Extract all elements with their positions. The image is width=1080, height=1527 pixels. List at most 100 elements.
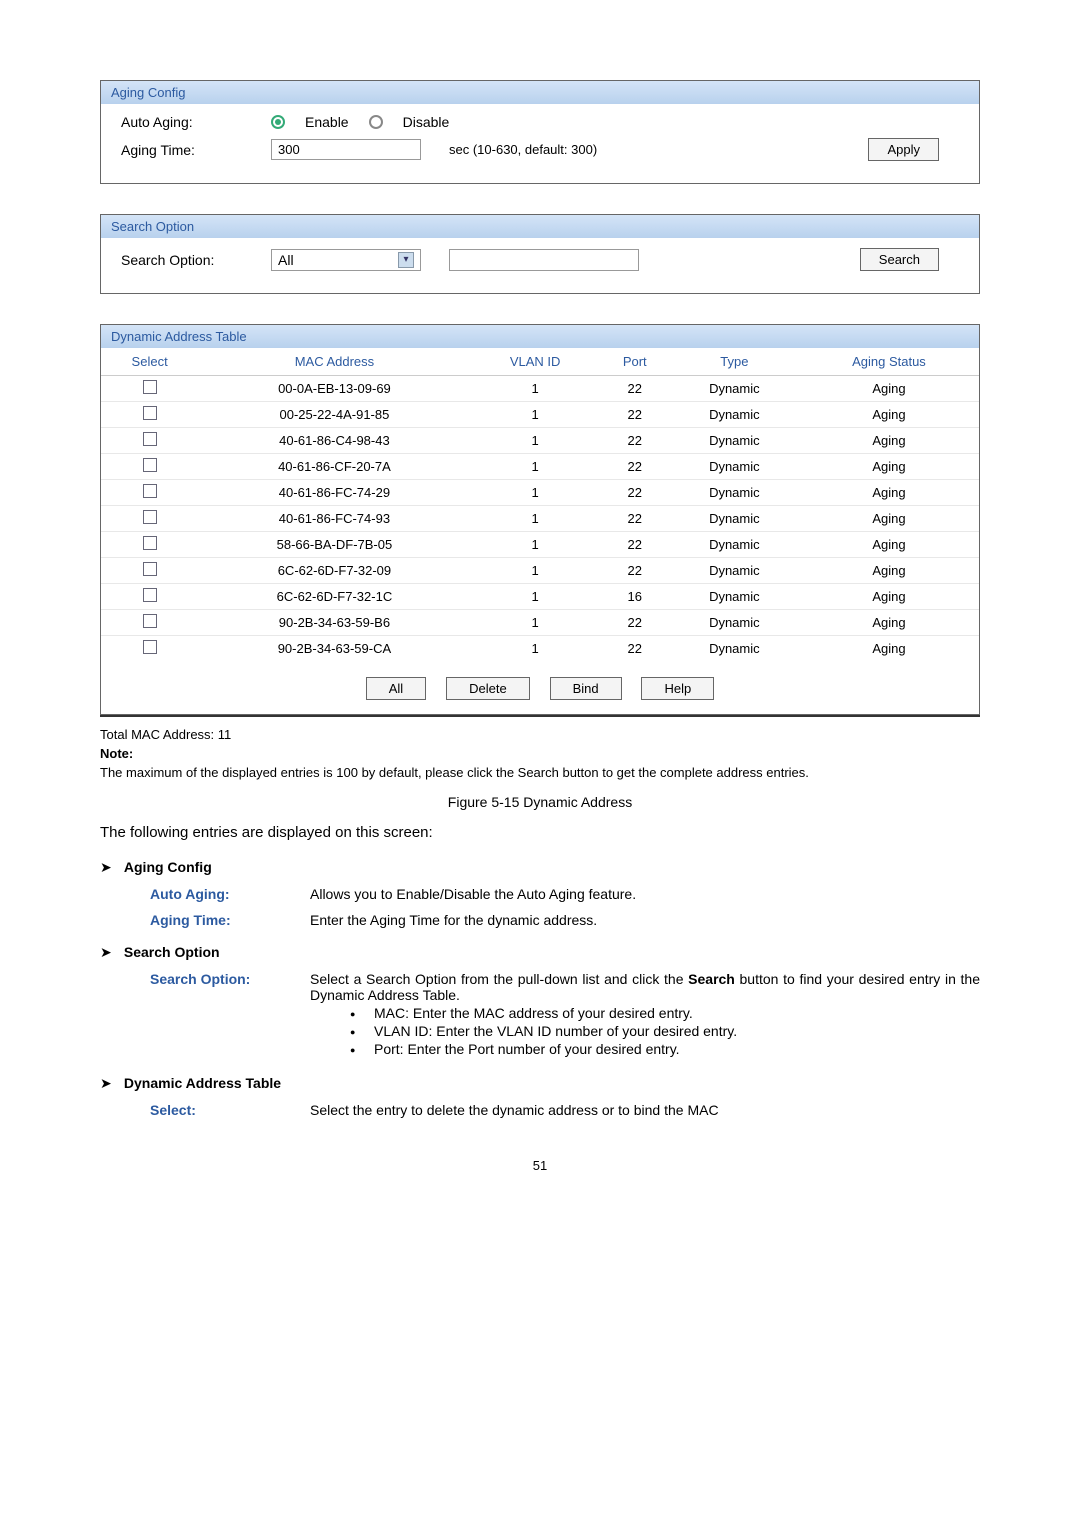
- search-option-selected: All: [278, 252, 294, 268]
- cell-status: Aging: [799, 636, 979, 662]
- search-filter-input[interactable]: [449, 249, 639, 271]
- cell-type: Dynamic: [670, 558, 799, 584]
- cell-type: Dynamic: [670, 454, 799, 480]
- cell-status: Aging: [799, 454, 979, 480]
- table-row: 40-61-86-FC-74-29122DynamicAging: [101, 480, 979, 506]
- cell-port: 22: [600, 636, 670, 662]
- apply-button[interactable]: Apply: [868, 138, 939, 161]
- all-button[interactable]: All: [366, 677, 426, 700]
- cell-vlan: 1: [471, 376, 600, 402]
- auto-aging-enable-radio[interactable]: [271, 115, 285, 129]
- cell-status: Aging: [799, 402, 979, 428]
- cell-mac: 90-2B-34-63-59-CA: [198, 636, 470, 662]
- cell-port: 22: [600, 428, 670, 454]
- item-auto-aging-desc: Allows you to Enable/Disable the Auto Ag…: [310, 886, 980, 902]
- cell-status: Aging: [799, 532, 979, 558]
- row-checkbox[interactable]: [143, 458, 157, 472]
- row-checkbox[interactable]: [143, 510, 157, 524]
- cell-status: Aging: [799, 506, 979, 532]
- cell-status: Aging: [799, 584, 979, 610]
- disable-label: Disable: [403, 114, 450, 130]
- section-aging-config: ➤ Aging Config Auto Aging: Allows you to…: [100, 859, 980, 928]
- aging-config-title: Aging Config: [101, 81, 979, 104]
- cell-mac: 6C-62-6D-F7-32-09: [198, 558, 470, 584]
- cell-port: 22: [600, 402, 670, 428]
- cell-port: 22: [600, 454, 670, 480]
- search-option-panel: Search Option Search Option: All ▾ Searc…: [100, 214, 980, 294]
- table-row: 58-66-BA-DF-7B-05122DynamicAging: [101, 532, 979, 558]
- cell-status: Aging: [799, 558, 979, 584]
- cell-vlan: 1: [471, 532, 600, 558]
- section-search-option: ➤ Search Option Search Option: Select a …: [100, 944, 980, 1059]
- cell-type: Dynamic: [670, 428, 799, 454]
- help-button[interactable]: Help: [641, 677, 714, 700]
- row-checkbox[interactable]: [143, 484, 157, 498]
- th-port: Port: [600, 348, 670, 376]
- cell-mac: 00-25-22-4A-91-85: [198, 402, 470, 428]
- dynamic-table-title: Dynamic Address Table: [101, 325, 979, 348]
- figure-caption: Figure 5-15 Dynamic Address: [100, 794, 980, 810]
- cell-type: Dynamic: [670, 480, 799, 506]
- table-row: 90-2B-34-63-59-B6122DynamicAging: [101, 610, 979, 636]
- description-intro: The following entries are displayed on t…: [100, 824, 980, 841]
- cell-mac: 58-66-BA-DF-7B-05: [198, 532, 470, 558]
- th-status: Aging Status: [799, 348, 979, 376]
- item-auto-aging-label: Auto Aging:: [150, 886, 310, 902]
- item-search-desc: Select a Search Option from the pull-dow…: [310, 971, 980, 1059]
- cell-port: 22: [600, 480, 670, 506]
- cell-vlan: 1: [471, 610, 600, 636]
- arrow-icon: ➤: [100, 944, 120, 961]
- row-checkbox[interactable]: [143, 406, 157, 420]
- bind-button[interactable]: Bind: [550, 677, 622, 700]
- row-checkbox[interactable]: [143, 432, 157, 446]
- cell-mac: 6C-62-6D-F7-32-1C: [198, 584, 470, 610]
- aging-time-hint: sec (10-630, default: 300): [449, 142, 597, 157]
- cell-type: Dynamic: [670, 532, 799, 558]
- auto-aging-disable-radio[interactable]: [369, 115, 383, 129]
- dynamic-address-table-panel: Dynamic Address Table Select MAC Address…: [100, 324, 980, 715]
- item-select-label: Select:: [150, 1102, 310, 1118]
- table-row: 6C-62-6D-F7-32-09122DynamicAging: [101, 558, 979, 584]
- section-title-search: Search Option: [124, 944, 220, 960]
- cell-vlan: 1: [471, 480, 600, 506]
- cell-port: 16: [600, 584, 670, 610]
- bullet-mac: MAC: Enter the MAC address of your desir…: [350, 1005, 980, 1021]
- item-aging-time-label: Aging Time:: [150, 912, 310, 928]
- row-checkbox[interactable]: [143, 614, 157, 628]
- bullet-vlan: VLAN ID: Enter the VLAN ID number of you…: [350, 1023, 980, 1039]
- item-aging-time-desc: Enter the Aging Time for the dynamic add…: [310, 912, 980, 928]
- row-checkbox[interactable]: [143, 536, 157, 550]
- cell-mac: 90-2B-34-63-59-B6: [198, 610, 470, 636]
- section-dynamic-table: ➤ Dynamic Address Table Select: Select t…: [100, 1075, 980, 1118]
- section-title-aging: Aging Config: [124, 859, 212, 875]
- table-row: 40-61-86-C4-98-43122DynamicAging: [101, 428, 979, 454]
- dynamic-address-table: Select MAC Address VLAN ID Port Type Agi…: [101, 348, 979, 661]
- cell-vlan: 1: [471, 584, 600, 610]
- item-search-label: Search Option:: [150, 971, 310, 1059]
- cell-port: 22: [600, 376, 670, 402]
- total-mac-count: Total MAC Address: 11: [100, 727, 980, 742]
- delete-button[interactable]: Delete: [446, 677, 530, 700]
- row-checkbox[interactable]: [143, 640, 157, 654]
- cell-mac: 40-61-86-CF-20-7A: [198, 454, 470, 480]
- note-text: The maximum of the displayed entries is …: [100, 765, 980, 780]
- row-checkbox[interactable]: [143, 588, 157, 602]
- row-checkbox[interactable]: [143, 562, 157, 576]
- th-vlan: VLAN ID: [471, 348, 600, 376]
- row-checkbox[interactable]: [143, 380, 157, 394]
- cell-status: Aging: [799, 428, 979, 454]
- search-button[interactable]: Search: [860, 248, 939, 271]
- aging-time-input[interactable]: [271, 139, 421, 160]
- cell-status: Aging: [799, 610, 979, 636]
- chevron-down-icon: ▾: [398, 252, 414, 268]
- table-row: 40-61-86-CF-20-7A122DynamicAging: [101, 454, 979, 480]
- cell-port: 22: [600, 558, 670, 584]
- cell-mac: 00-0A-EB-13-09-69: [198, 376, 470, 402]
- auto-aging-label: Auto Aging:: [121, 114, 261, 130]
- th-mac: MAC Address: [198, 348, 470, 376]
- arrow-icon: ➤: [100, 1075, 120, 1092]
- page-number: 51: [100, 1158, 980, 1173]
- th-select: Select: [101, 348, 198, 376]
- search-option-dropdown[interactable]: All ▾: [271, 249, 421, 271]
- note-label: Note:: [100, 746, 980, 761]
